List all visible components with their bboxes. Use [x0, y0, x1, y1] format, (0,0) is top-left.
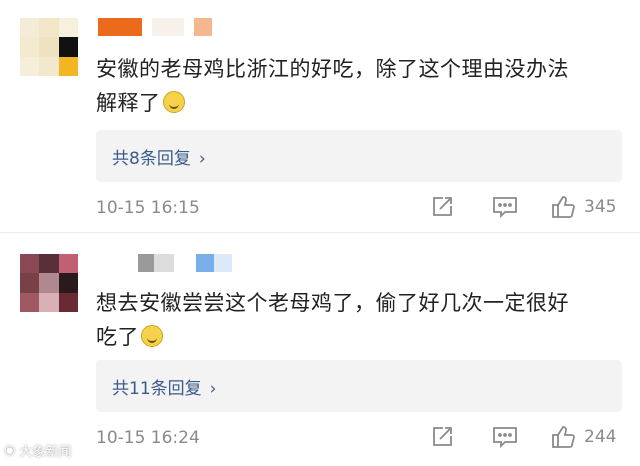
comment-button[interactable] [492, 425, 518, 449]
comment-text: 安徽的老母鸡比浙江的好吃，除了这个理由没办法 解释了 [96, 52, 616, 120]
comment-actions: 345 [430, 194, 616, 220]
avatar[interactable] [20, 254, 78, 312]
timestamp: 10-15 16:15 [96, 198, 200, 218]
avatar[interactable] [20, 18, 78, 76]
view-replies-link[interactable]: 共8条回复 › [112, 144, 206, 169]
chevron-right-icon: › [209, 379, 217, 399]
thumbs-up-icon [552, 196, 575, 218]
comment-text: 想去安徽尝尝这个老母鸡了，偷了好几次一定很好 吃了 [96, 286, 616, 354]
like-count: 244 [584, 427, 617, 447]
comment-text-line: 解释了 [96, 91, 161, 115]
like-count: 345 [584, 197, 617, 217]
share-icon [433, 427, 452, 446]
divider [0, 232, 640, 233]
comment-actions: 244 [430, 424, 616, 450]
thumbs-up-icon [552, 426, 575, 448]
like-button[interactable]: 244 [550, 424, 616, 450]
timestamp: 10-15 16:24 [96, 428, 200, 448]
like-button[interactable]: 345 [550, 194, 616, 220]
replies-label: 共11条回复 [112, 379, 202, 399]
replies-box[interactable]: 共11条回复 › [96, 360, 622, 412]
comment-icon [493, 197, 517, 219]
comment-text-line: 吃了 [96, 325, 139, 349]
watermark: ◉ 大象新闻 [4, 441, 71, 460]
smile-emoji-icon [141, 325, 163, 347]
comment-text-line: 安徽的老母鸡比浙江的好吃，除了这个理由没办法 [96, 57, 569, 81]
comment-icon [493, 427, 517, 449]
comment-button[interactable] [492, 195, 518, 219]
watermark-logo-icon: ◉ [4, 443, 16, 458]
comment-text-line: 想去安徽尝尝这个老母鸡了，偷了好几次一定很好 [96, 291, 569, 315]
share-button[interactable] [430, 425, 454, 449]
laugh-emoji-icon [162, 91, 185, 113]
share-icon [433, 197, 452, 216]
view-replies-link[interactable]: 共11条回复 › [112, 374, 216, 399]
replies-box[interactable]: 共8条回复 › [96, 130, 622, 182]
username-redacted[interactable] [138, 254, 232, 272]
share-button[interactable] [430, 195, 454, 219]
watermark-text: 大象新闻 [19, 445, 72, 460]
username-redacted[interactable] [98, 18, 212, 36]
chevron-right-icon: › [198, 149, 206, 169]
replies-label: 共8条回复 [112, 149, 191, 169]
